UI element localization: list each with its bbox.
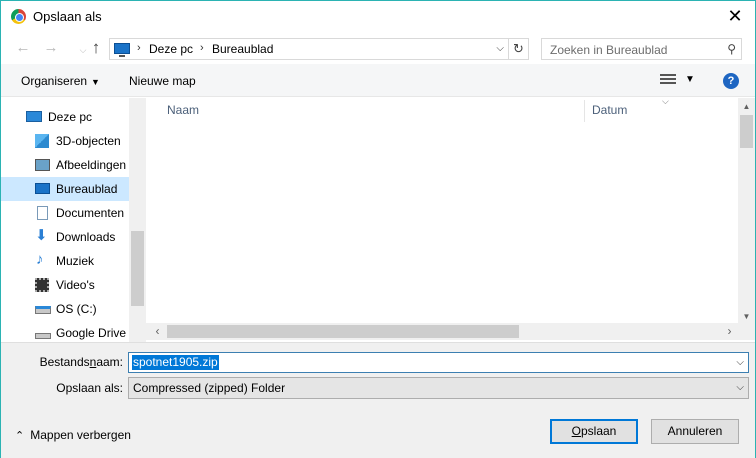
sidebar-item-label: Deze pc (48, 110, 93, 124)
arrow-left-icon: ← (15, 39, 31, 56)
chevron-down-icon: ⌵ (736, 382, 744, 393)
organize-label: Organiseren (21, 74, 88, 88)
drive-icon (35, 306, 51, 314)
documents-icon (37, 206, 48, 220)
drive-icon (35, 333, 51, 339)
breadcrumb-separator-icon[interactable]: › (137, 42, 141, 54)
back-button[interactable]: ← (14, 40, 32, 56)
desktop-icon (35, 183, 50, 194)
scrollbar-thumb[interactable] (740, 115, 753, 148)
sidebar-item-label: Google Drive F (56, 326, 129, 340)
horizontal-scrollbar[interactable]: ‹ › (146, 323, 738, 340)
sidebar-item-3d-objecten[interactable]: 3D-objecten (1, 129, 129, 153)
scroll-up-icon[interactable]: ▲ (738, 98, 755, 115)
arrow-right-icon: → (43, 39, 59, 56)
help-button[interactable]: ? (723, 73, 739, 89)
close-button[interactable]: ✕ (715, 1, 755, 32)
scroll-right-icon[interactable]: › (721, 323, 738, 340)
arrow-up-icon: ↑ (91, 38, 101, 57)
save-type-label: Opslaan als: (56, 381, 123, 395)
sidebar-item-bureaublad[interactable]: Bureaublad (1, 177, 129, 201)
sidebar-item-label: Video's (56, 278, 95, 292)
organize-button[interactable]: Organiseren ▼ (21, 74, 100, 88)
computer-icon (26, 111, 42, 122)
save-button[interactable]: Opslaan (550, 419, 638, 444)
scroll-left-icon[interactable]: ‹ (149, 323, 166, 340)
forward-button[interactable]: → (42, 40, 60, 56)
new-folder-button[interactable]: Nieuwe map (129, 74, 196, 88)
chevron-down-icon[interactable]: ⌵ (736, 357, 744, 368)
sidebar-item-label: Documenten (56, 206, 125, 220)
chevron-down-icon[interactable]: ⌵ (496, 43, 504, 54)
chevron-down-icon: ⌵ (79, 45, 87, 55)
sidebar-item-label: 3D-objecten (56, 134, 121, 148)
sidebar-item-afbeeldingen[interactable]: Afbeeldingen (1, 153, 129, 177)
refresh-icon: ↻ (513, 41, 524, 56)
computer-icon (114, 43, 130, 57)
caret-down-icon[interactable]: ▼ (685, 74, 695, 85)
sidebar-item-google-drive[interactable]: Google Drive F (1, 321, 129, 342)
address-bar[interactable]: › Deze pc › Bureaublad ⌵ ↻ (109, 38, 529, 60)
sidebar-item-label: Downloads (56, 230, 116, 244)
file-list: ⌵ Naam Datum ▲ ▼ ‹ › (146, 96, 755, 342)
save-type-value: Compressed (zipped) Folder (133, 381, 286, 395)
cube-icon (35, 134, 49, 148)
filename-field[interactable]: spotnet1905.zip ⌵ (128, 352, 749, 373)
pictures-icon (35, 159, 50, 171)
column-header-datum[interactable]: Datum (592, 103, 627, 117)
column-divider[interactable] (584, 100, 585, 122)
up-button[interactable]: ↑ (87, 38, 105, 57)
sidebar-item-label: Bureaublad (56, 182, 118, 196)
chrome-icon (11, 9, 26, 24)
breadcrumb-bureaublad[interactable]: Bureaublad (212, 42, 273, 56)
caret-up-icon: ⌃ (15, 430, 25, 442)
cancel-button[interactable]: Annuleren (651, 419, 739, 444)
hide-folders-label: Mappen verbergen (30, 428, 131, 442)
sidebar-item-muziek[interactable]: ♪ Muziek (1, 249, 129, 273)
column-header-naam[interactable]: Naam (167, 103, 199, 117)
filename-value[interactable]: spotnet1905.zip (132, 355, 219, 370)
save-form: Bestandsnaam: spotnet1905.zip ⌵ Opslaan … (1, 342, 755, 458)
title-bar: Opslaan als ✕ (1, 1, 755, 32)
music-icon: ♪ (36, 251, 44, 268)
sidebar-item-label: OS (C:) (56, 302, 97, 316)
vertical-scrollbar[interactable]: ▲ ▼ (738, 98, 755, 325)
sidebar-item-label: Afbeeldingen (56, 158, 127, 172)
video-icon (35, 278, 49, 292)
save-as-dialog: Opslaan als ✕ ← → ⌵ ↑ › Deze pc › Bureau… (0, 0, 756, 458)
filename-label: Bestandsnaam: (39, 355, 123, 369)
command-bar: Organiseren ▼ Nieuwe map ▼ ? (1, 64, 755, 97)
save-type-select[interactable]: Compressed (zipped) Folder ⌵ (128, 377, 749, 399)
download-icon: ⬇ (35, 227, 48, 244)
sidebar-item-os-c[interactable]: OS (C:) (1, 297, 129, 321)
scrollbar-thumb[interactable] (131, 231, 144, 306)
breadcrumb-separator-icon[interactable]: › (200, 42, 204, 54)
scrollbar-corner (738, 323, 755, 340)
breadcrumb-deze-pc[interactable]: Deze pc (149, 42, 193, 56)
search-input[interactable]: Zoeken in Bureaublad ⚲ (541, 38, 742, 60)
hide-folders-toggle[interactable]: ⌃ Mappen verbergen (15, 428, 131, 442)
sidebar-item-deze-pc[interactable]: Deze pc (1, 105, 129, 129)
sidebar-item-label: Muziek (56, 254, 95, 268)
navigation-pane: Deze pc 3D-objecten Afbeeldingen Bureaub… (1, 98, 146, 342)
window-title: Opslaan als (33, 9, 102, 24)
view-details-icon[interactable] (660, 74, 676, 86)
sort-chevron-icon: ⌵ (662, 96, 669, 106)
sidebar-scrollbar[interactable] (129, 98, 146, 342)
refresh-button[interactable]: ↻ (508, 39, 528, 59)
sidebar-item-documenten[interactable]: Documenten (1, 201, 129, 225)
navigation-bar: ← → ⌵ ↑ › Deze pc › Bureaublad ⌵ ↻ Zoeke… (1, 32, 755, 64)
sidebar-item-downloads[interactable]: ⬇ Downloads (1, 225, 129, 249)
search-placeholder: Zoeken in Bureaublad (550, 43, 668, 57)
caret-down-icon: ▼ (91, 77, 100, 87)
sidebar-item-videos[interactable]: Video's (1, 273, 129, 297)
scrollbar-thumb[interactable] (167, 325, 519, 338)
search-icon: ⚲ (727, 42, 736, 56)
